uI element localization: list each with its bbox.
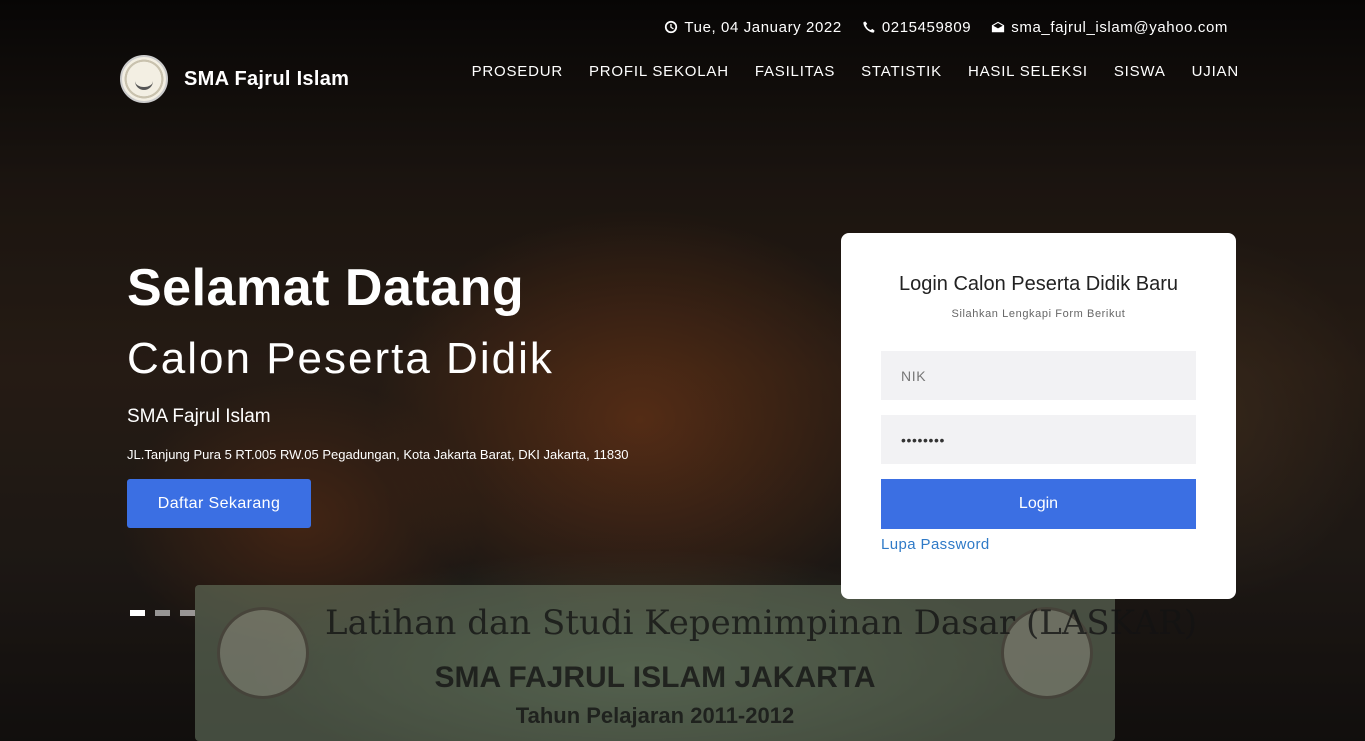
email-text[interactable]: sma_fajrul_islam@yahoo.com xyxy=(1011,19,1228,36)
slide-indicator-2[interactable] xyxy=(155,610,170,616)
hero-subtitle: Calon Peserta Didik xyxy=(127,334,554,383)
nav-item-prosedur[interactable]: PROSEDUR xyxy=(472,63,563,80)
phone-text[interactable]: 0215459809 xyxy=(882,19,971,36)
password-input[interactable] xyxy=(881,415,1196,464)
clock-icon xyxy=(665,20,678,34)
login-title: Login Calon Peserta Didik Baru xyxy=(898,273,1179,295)
contact-email: sma_fajrul_islam@yahoo.com xyxy=(991,19,1228,36)
nav-item-profil-sekolah[interactable]: PROFIL SEKOLAH xyxy=(589,63,729,80)
nav-item-hasil-seleksi[interactable]: HASIL SELEKSI xyxy=(968,63,1088,80)
hero-title: Selamat Datang xyxy=(127,259,525,317)
contact-date: Tue, 04 January 2022 xyxy=(664,19,841,36)
slide-indicator-3[interactable] xyxy=(180,610,195,616)
nav-item-fasilitas[interactable]: FASILITAS xyxy=(755,63,835,80)
phone-icon xyxy=(863,21,875,33)
slide-indicator-1[interactable] xyxy=(130,610,145,616)
slider-indicators xyxy=(130,610,195,616)
contact-bar: Tue, 04 January 2022 0215459809 sma_fajr… xyxy=(664,16,1228,38)
brand[interactable]: SMA Fajrul Islam xyxy=(120,55,349,103)
forgot-password-link[interactable]: Lupa Password xyxy=(881,536,990,553)
hero-address: JL.Tanjung Pura 5 RT.005 RW.05 Pegadunga… xyxy=(127,447,629,462)
login-subtitle: Silahkan Lengkapi Form Berikut xyxy=(951,308,1126,320)
login-card: Login Calon Peserta Didik Baru Silahkan … xyxy=(841,233,1236,599)
nav-item-statistik[interactable]: STATISTIK xyxy=(861,63,942,80)
nav-item-siswa[interactable]: SISWA xyxy=(1114,63,1166,80)
brand-name: SMA Fajrul Islam xyxy=(184,67,350,90)
nik-input[interactable] xyxy=(881,351,1196,400)
school-logo xyxy=(120,55,168,103)
hero-school-name: SMA Fajrul Islam xyxy=(127,406,271,427)
date-text: Tue, 04 January 2022 xyxy=(684,18,842,36)
register-button[interactable]: Daftar Sekarang xyxy=(127,479,311,528)
main-nav: PROSEDUR PROFIL SEKOLAH FASILITAS STATIS… xyxy=(472,63,1239,80)
contact-phone: 0215459809 xyxy=(862,19,971,36)
login-button[interactable]: Login xyxy=(881,479,1196,529)
nav-item-ujian[interactable]: UJIAN xyxy=(1192,63,1239,80)
envelope-icon xyxy=(992,21,1005,33)
